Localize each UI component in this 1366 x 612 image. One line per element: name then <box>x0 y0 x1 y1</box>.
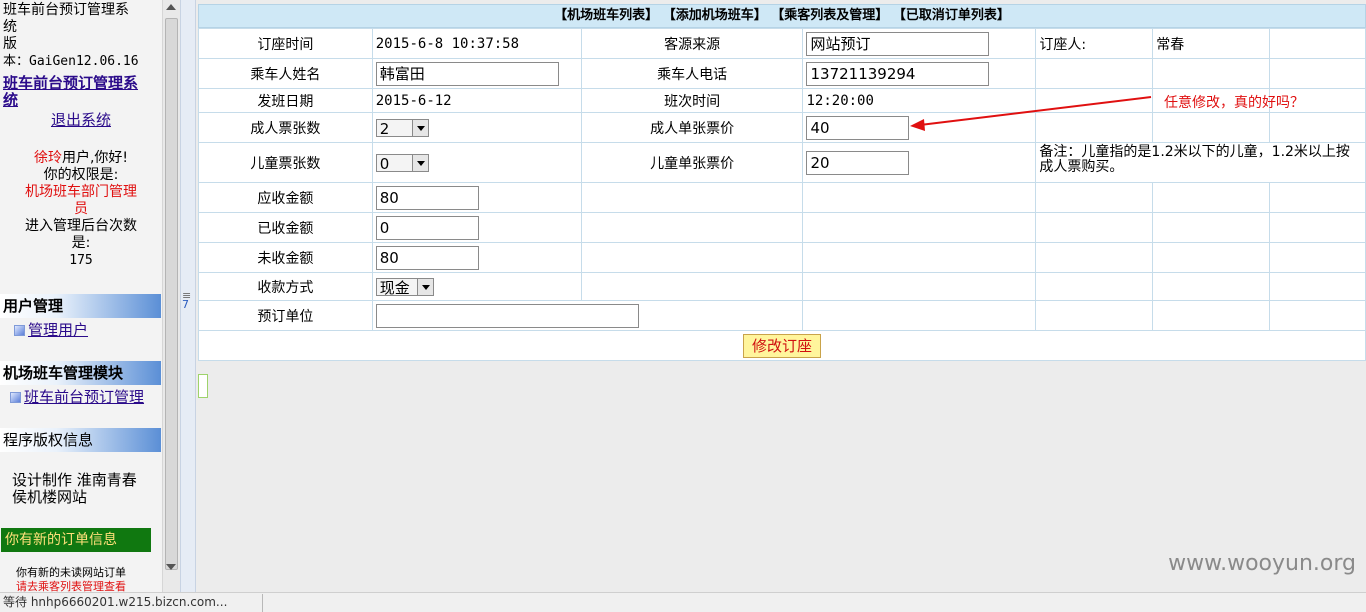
arrow-head <box>910 119 925 131</box>
focus-box[interactable] <box>198 374 208 398</box>
table-row: 修改订座 <box>198 330 1366 361</box>
section-user-management: 用户管理 <box>0 294 161 318</box>
sidebar: 班车前台预订管理系 统 版 本：GaiGen12.06.16 班车前台预订管理系… <box>0 0 162 592</box>
frame-splitter[interactable]: ≡ 7 <box>180 0 196 592</box>
child-price-input[interactable] <box>806 150 910 175</box>
sidebar-item-manage-user[interactable]: 管理用户 <box>14 320 88 340</box>
section-shuttle-management: 机场班车管理模块 <box>0 361 161 385</box>
new-order-banner[interactable]: 你有新的订单信息 <box>1 528 151 552</box>
annotation-text: 任意修改，真的好吗？ <box>1164 95 1304 111</box>
child-ticket-note: 备注：儿童指的是1.2米以下的儿童，1.2米以上按成人票购买。 <box>1035 142 1366 183</box>
status-bar: 等待 hnhp6660201.w215.bizcn.com... <box>0 592 1366 612</box>
visits-count: 175 <box>69 253 93 268</box>
design-credit: 设计制作 淮南青春 侯机楼网站 <box>12 471 137 506</box>
status-text: 等待 hnhp6660201.w215.bizcn.com... <box>3 594 263 612</box>
user-info: 徐玲用户,你好! 你的权限是: 机场班车部门管理 员 进入管理后台次数 是: 1… <box>3 150 159 269</box>
scroll-down-icon[interactable] <box>166 564 176 570</box>
square-bullet-icon <box>14 325 25 336</box>
version-text: 本：GaiGen12.06.16 <box>3 54 139 69</box>
square-bullet-icon <box>10 392 21 403</box>
modify-booking-button[interactable]: 修改订座 <box>742 333 821 358</box>
annotation-arrow <box>910 96 1152 131</box>
receivable-input[interactable] <box>375 185 479 210</box>
table-row: 收款方式 现金 <box>198 272 1366 301</box>
watermark: www.wooyun.org <box>1168 551 1356 576</box>
sidebar-scrollbar[interactable] <box>162 0 180 592</box>
chevron-down-icon <box>411 154 428 171</box>
permission-value: 机场班车部门管理 员 <box>25 184 137 217</box>
payment-method-select[interactable]: 现金 <box>375 277 434 296</box>
scrollbar-thumb[interactable] <box>165 18 178 570</box>
table-row: 儿童票张数 0 儿童单张票价 备注：儿童指的是1.2米以下的儿童，1.2米以上按… <box>198 142 1366 183</box>
splitter-marker: 7 <box>182 298 189 311</box>
received-input[interactable] <box>375 215 479 240</box>
logout-link[interactable]: 退出系统 <box>51 111 111 129</box>
table-row: 应收金额 <box>198 182 1366 213</box>
sidebar-item-shuttle-booking[interactable]: 班车前台预订管理 <box>10 387 144 407</box>
user-name: 徐玲 <box>33 150 62 166</box>
scroll-up-icon[interactable] <box>166 4 176 10</box>
unpaid-input[interactable] <box>375 245 479 270</box>
table-row: 未收金额 <box>198 242 1366 273</box>
arrow-line <box>919 96 1152 126</box>
child-count-select[interactable]: 0 <box>375 153 429 172</box>
app-title: 班车前台预订管理系 统 版 本：GaiGen12.06.16 <box>3 2 159 70</box>
main-content: 【机场班车列表】 【添加机场班车】 【乘客列表及管理】 【已取消订单列表】 订座… <box>196 0 1366 592</box>
table-row: 预订单位 <box>198 300 1366 331</box>
chevron-down-icon <box>416 278 433 295</box>
section-copyright: 程序版权信息 <box>0 428 161 452</box>
table-row: 已收金额 <box>198 212 1366 243</box>
unread-orders-notice[interactable]: 你有新的未读网站订单 请去乘客列表管理查看 <box>16 566 162 592</box>
booking-unit-input[interactable] <box>375 303 639 328</box>
app-home-link[interactable]: 班车前台预订管理系 统 <box>3 75 159 109</box>
